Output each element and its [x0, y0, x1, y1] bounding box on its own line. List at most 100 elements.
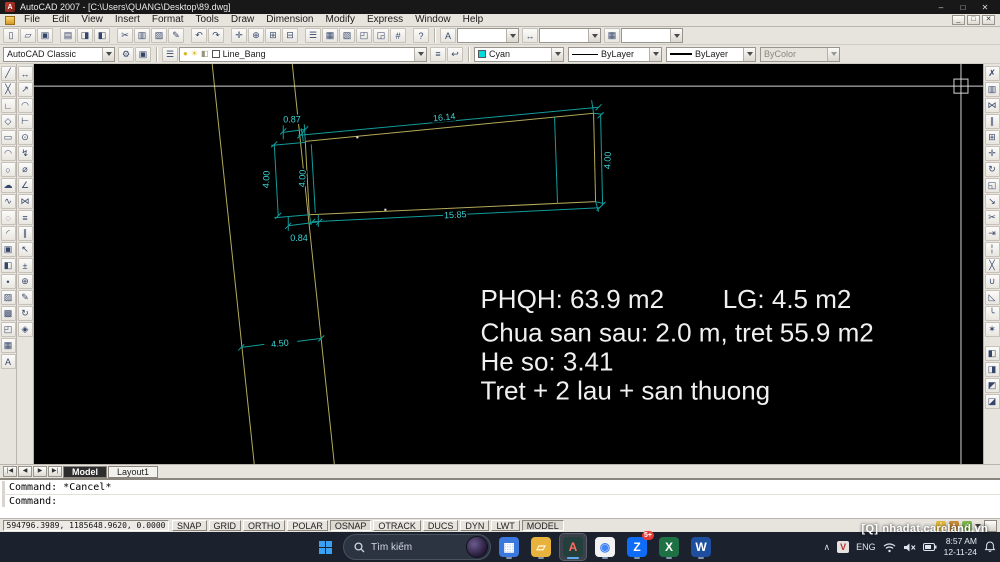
- workspace-settings-icon[interactable]: ⚙: [118, 47, 134, 62]
- aligned-dimension-icon[interactable]: ↗: [18, 82, 33, 97]
- notification-bell-icon[interactable]: [984, 541, 996, 553]
- dimension-style-icon[interactable]: ◈: [18, 322, 33, 337]
- menu-tools[interactable]: Tools: [190, 14, 225, 26]
- menu-view[interactable]: View: [75, 14, 109, 26]
- match-properties-icon[interactable]: ✎: [168, 28, 184, 43]
- arc-icon[interactable]: ◠: [1, 146, 16, 161]
- line-icon[interactable]: ╱: [1, 66, 16, 81]
- linetype-dropdown[interactable]: ByLayer: [568, 47, 662, 62]
- markup-manager-icon[interactable]: ◲: [373, 28, 389, 43]
- quick-dimension-icon[interactable]: ⋈: [18, 194, 33, 209]
- dropdown-arrow-icon[interactable]: [102, 48, 114, 61]
- break-icon[interactable]: ╳: [985, 258, 1000, 273]
- explode-icon[interactable]: ✶: [985, 322, 1000, 337]
- command-input-line[interactable]: Command:: [2, 494, 1000, 507]
- dropdown-arrow-icon[interactable]: [649, 48, 661, 61]
- offset-icon[interactable]: ∥: [985, 114, 1000, 129]
- layer-previous-icon[interactable]: ↩: [447, 47, 463, 62]
- mdi-close-button[interactable]: ✕: [982, 15, 995, 25]
- qnew-icon[interactable]: ▯: [3, 28, 19, 43]
- dropdown-arrow-icon[interactable]: [551, 48, 563, 61]
- bring-to-front-icon[interactable]: ◧: [985, 346, 1000, 361]
- menu-insert[interactable]: Insert: [109, 14, 146, 26]
- polygon-icon[interactable]: ◇: [1, 114, 16, 129]
- dropdown-arrow-icon[interactable]: [506, 29, 518, 42]
- language-indicator[interactable]: ENG: [856, 542, 876, 552]
- rectangle-icon[interactable]: ▭: [1, 130, 16, 145]
- polyline-icon[interactable]: ∟: [1, 98, 16, 113]
- menu-edit[interactable]: Edit: [46, 14, 75, 26]
- gradient-icon[interactable]: ▩: [1, 306, 16, 321]
- toggle-otrack[interactable]: OTRACK: [373, 520, 421, 531]
- erase-icon[interactable]: ✗: [985, 66, 1000, 81]
- zoom-previous-icon[interactable]: ⊟: [282, 28, 298, 43]
- rotate-icon[interactable]: ↻: [985, 162, 1000, 177]
- ellipse-arc-icon[interactable]: ◜: [1, 226, 16, 241]
- drawing-canvas[interactable]: 16.14 15.85 4.: [34, 64, 983, 464]
- center-mark-icon[interactable]: ⊕: [18, 274, 33, 289]
- ordinate-dimension-icon[interactable]: ⊢: [18, 114, 33, 129]
- toggle-grid[interactable]: GRID: [209, 520, 242, 531]
- text-style-icon[interactable]: A: [440, 28, 456, 43]
- table-style-toolbar-icon[interactable]: ▦: [604, 28, 620, 43]
- dimension-edit-icon[interactable]: ✎: [18, 290, 33, 305]
- make-block-icon[interactable]: ◧: [1, 258, 16, 273]
- tab-nav-first[interactable]: |◀: [3, 466, 17, 477]
- toolpalettes-icon[interactable]: ▧: [339, 28, 355, 43]
- array-icon[interactable]: ⊞: [985, 130, 1000, 145]
- mdi-restore-button[interactable]: □: [967, 15, 980, 25]
- fillet-icon[interactable]: ╰: [985, 306, 1000, 321]
- dimension-style-toolbar-icon[interactable]: ↔: [522, 28, 538, 43]
- zoom-window-icon[interactable]: ⊞: [265, 28, 281, 43]
- quick-leader-icon[interactable]: ↖: [18, 242, 33, 257]
- copy-object-icon[interactable]: ▥: [985, 82, 1000, 97]
- quickcalc-icon[interactable]: #: [390, 28, 406, 43]
- taskbar-app-autocad[interactable]: A: [560, 534, 586, 560]
- toggle-model[interactable]: MODEL: [522, 520, 564, 531]
- dimension-update-icon[interactable]: ↻: [18, 306, 33, 321]
- toggle-osnap[interactable]: OSNAP: [330, 520, 372, 531]
- redo-icon[interactable]: ↷: [208, 28, 224, 43]
- table-icon[interactable]: ▦: [1, 338, 16, 353]
- send-to-back-icon[interactable]: ◨: [985, 362, 1000, 377]
- dropdown-arrow-icon[interactable]: [670, 29, 682, 42]
- send-under-icon[interactable]: ◪: [985, 394, 1000, 409]
- radius-dimension-icon[interactable]: ⊙: [18, 130, 33, 145]
- join-icon[interactable]: ∪: [985, 274, 1000, 289]
- toggle-dyn[interactable]: DYN: [460, 520, 489, 531]
- battery-icon[interactable]: [923, 542, 937, 552]
- mirror-icon[interactable]: ⋈: [985, 98, 1000, 113]
- open-icon[interactable]: ▱: [20, 28, 36, 43]
- cut-icon[interactable]: ✂: [117, 28, 133, 43]
- layer-properties-manager-icon[interactable]: ☰: [162, 47, 178, 62]
- tray-chevron-icon[interactable]: ∧: [823, 542, 830, 553]
- circle-icon[interactable]: ○: [1, 162, 16, 177]
- dropdown-arrow-icon[interactable]: [414, 48, 426, 61]
- taskbar-clock[interactable]: 8:57 AM 12-11-24: [944, 536, 977, 557]
- toggle-ducs[interactable]: DUCS: [423, 520, 459, 531]
- menu-format[interactable]: Format: [146, 14, 190, 26]
- stretch-icon[interactable]: ↘: [985, 194, 1000, 209]
- plot-icon[interactable]: ▤: [60, 28, 76, 43]
- wifi-icon[interactable]: [883, 542, 896, 553]
- spline-icon[interactable]: ∿: [1, 194, 16, 209]
- menu-modify[interactable]: Modify: [320, 14, 361, 26]
- workspace-save-icon[interactable]: ▣: [135, 47, 151, 62]
- taskbar-app-word[interactable]: W: [688, 534, 714, 560]
- undo-icon[interactable]: ↶: [191, 28, 207, 43]
- linear-dimension-icon[interactable]: ↔: [18, 66, 33, 81]
- toggle-snap[interactable]: SNAP: [172, 520, 207, 531]
- color-dropdown[interactable]: Cyan: [474, 47, 564, 62]
- menu-window[interactable]: Window: [409, 14, 457, 26]
- baseline-dimension-icon[interactable]: ≡: [18, 210, 33, 225]
- taskbar-search[interactable]: Tìm kiếm: [343, 534, 491, 560]
- tab-nav-prev[interactable]: ◀: [18, 466, 32, 477]
- diameter-dimension-icon[interactable]: ⌀: [18, 162, 33, 177]
- help-icon[interactable]: ?: [413, 28, 429, 43]
- paste-icon[interactable]: ▨: [151, 28, 167, 43]
- minimize-button[interactable]: –: [931, 1, 951, 13]
- revcloud-icon[interactable]: ☁: [1, 178, 16, 193]
- ellipse-icon[interactable]: ◌: [1, 210, 16, 225]
- volume-muted-icon[interactable]: [903, 542, 916, 553]
- copy-icon[interactable]: ▥: [134, 28, 150, 43]
